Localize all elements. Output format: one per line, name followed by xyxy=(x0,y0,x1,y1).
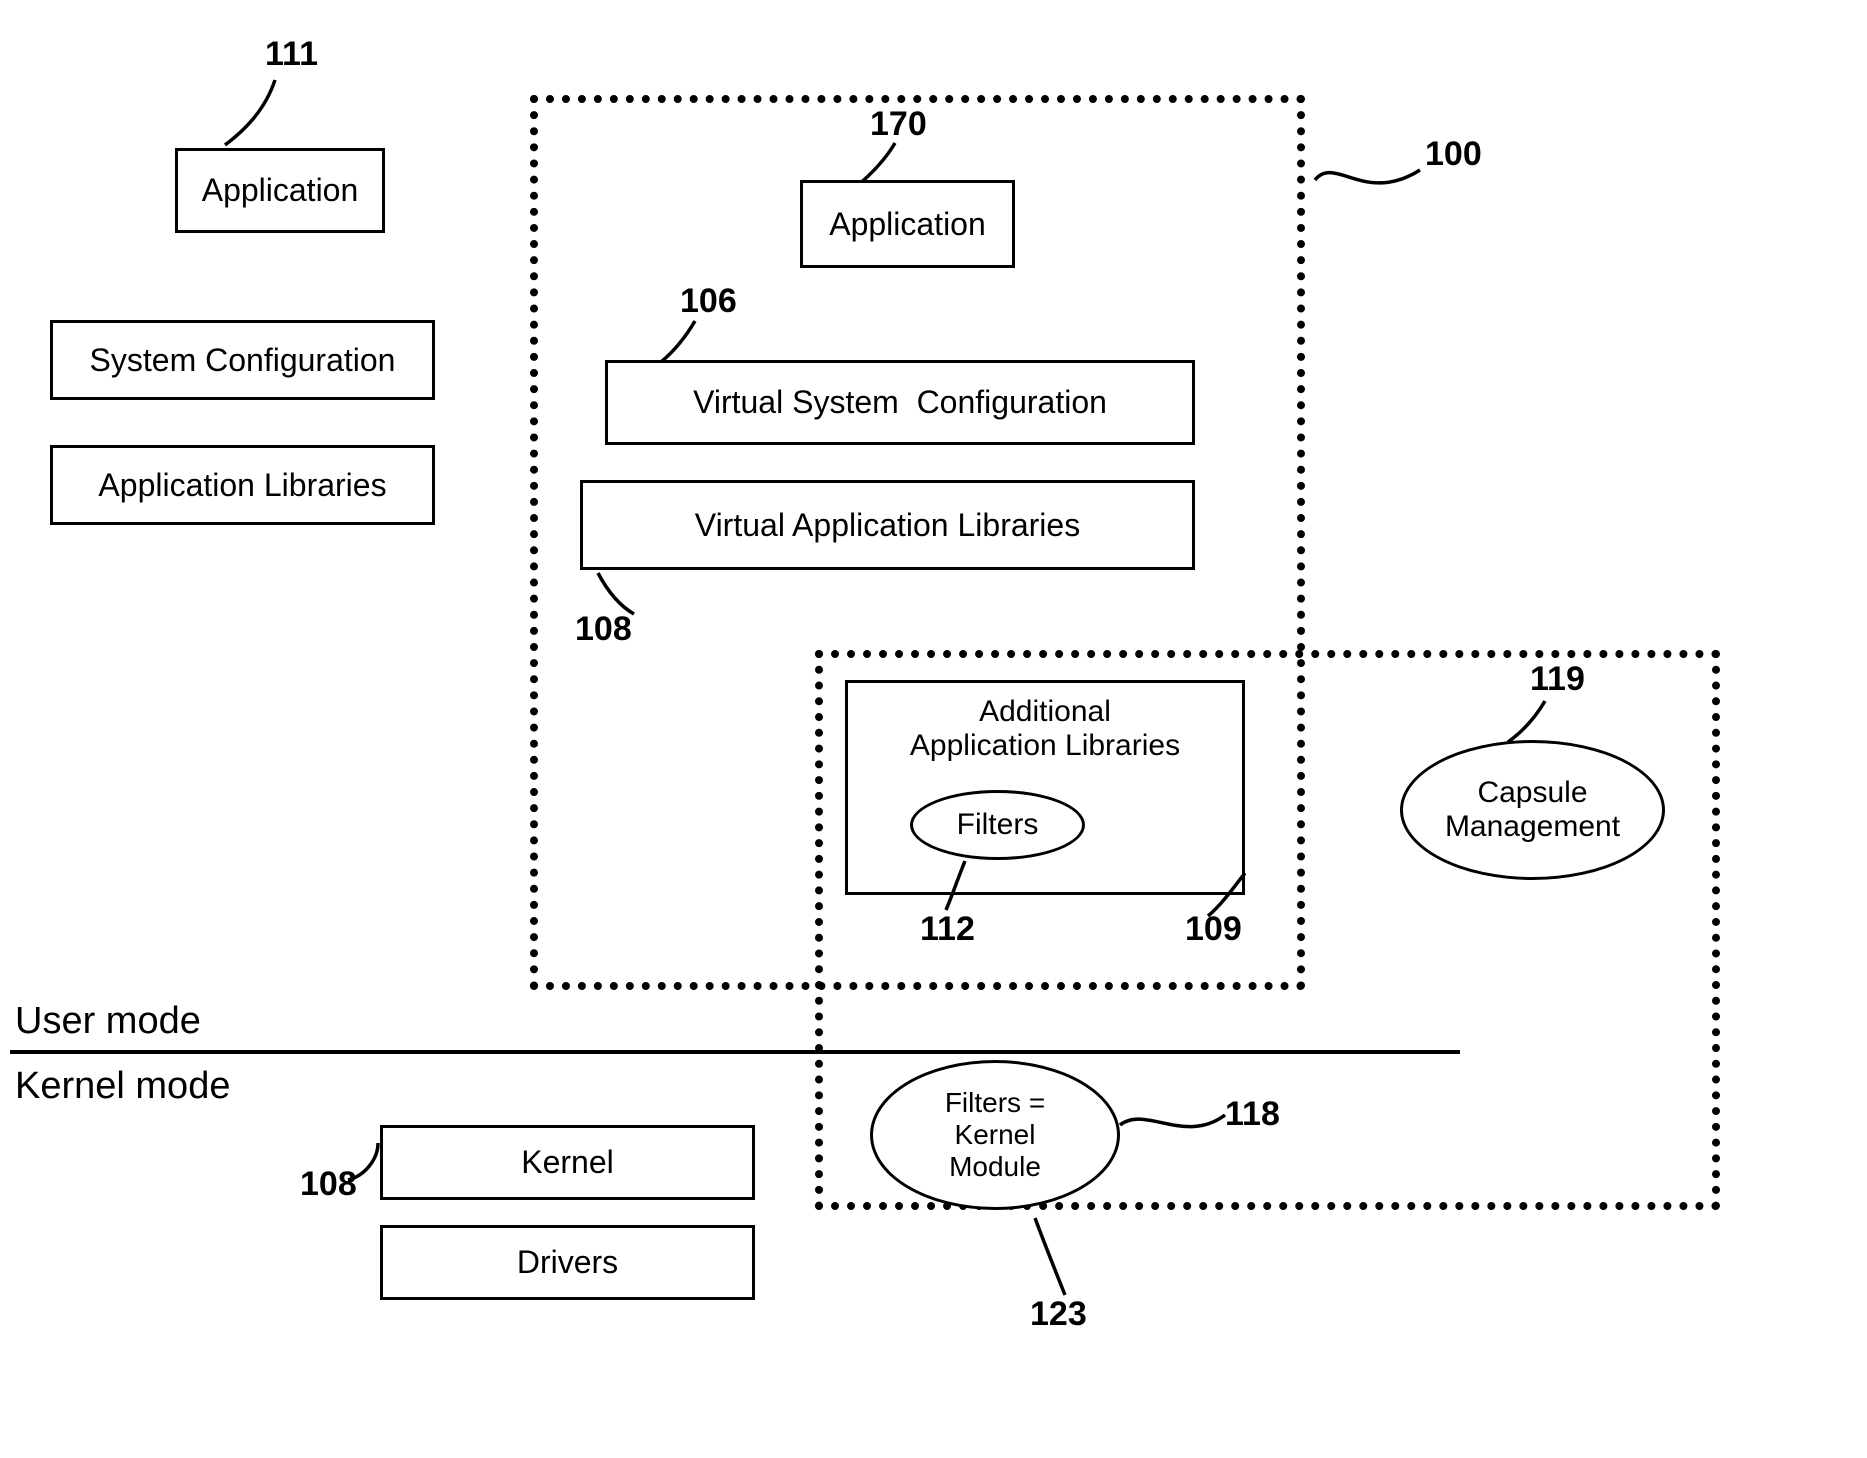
box-virtual-system-configuration-label: Virtual System Configuration xyxy=(693,384,1107,421)
ref-108-upper: 108 xyxy=(575,610,632,649)
box-application-left-label: Application xyxy=(202,172,359,209)
mode-divider xyxy=(10,1050,1460,1054)
lead-100 xyxy=(1310,150,1430,210)
box-additional-application-libraries-label: Additional Application Libraries xyxy=(910,695,1180,763)
ref-123: 123 xyxy=(1030,1295,1087,1334)
box-drivers: Drivers xyxy=(380,1225,755,1300)
box-virtual-application-libraries-label: Virtual Application Libraries xyxy=(695,507,1080,544)
ref-106: 106 xyxy=(680,282,737,321)
ellipse-filters-kernel-module: Filters = Kernel Module xyxy=(870,1060,1120,1210)
ellipse-capsule-management-label: Capsule Management xyxy=(1445,776,1620,845)
label-kernel-mode: Kernel mode xyxy=(15,1065,230,1108)
box-virtual-system-configuration: Virtual System Configuration xyxy=(605,360,1195,445)
lead-123 xyxy=(1020,1215,1080,1300)
box-application-libraries: Application Libraries xyxy=(50,445,435,525)
ref-109: 109 xyxy=(1185,910,1242,949)
ref-112: 112 xyxy=(920,910,975,949)
box-application-right: Application xyxy=(800,180,1015,268)
ellipse-filters: Filters xyxy=(910,790,1085,860)
lead-111 xyxy=(210,75,330,155)
box-additional-application-libraries: Additional Application Libraries xyxy=(845,680,1245,895)
diagram-canvas: 111 Application System Configuration App… xyxy=(0,0,1867,1458)
box-drivers-label: Drivers xyxy=(517,1244,618,1281)
ellipse-capsule-management: Capsule Management xyxy=(1400,740,1665,880)
box-application-left: Application xyxy=(175,148,385,233)
ellipse-filters-kernel-module-label: Filters = Kernel Module xyxy=(945,1087,1045,1184)
ref-118: 118 xyxy=(1225,1095,1280,1134)
ref-100: 100 xyxy=(1425,135,1482,174)
box-kernel: Kernel xyxy=(380,1125,755,1200)
ref-170: 170 xyxy=(870,105,927,144)
box-kernel-label: Kernel xyxy=(521,1144,614,1181)
ellipse-filters-label: Filters xyxy=(957,808,1039,843)
box-system-configuration-label: System Configuration xyxy=(90,342,396,379)
ref-111: 111 xyxy=(265,35,318,74)
box-system-configuration: System Configuration xyxy=(50,320,435,400)
box-application-libraries-label: Application Libraries xyxy=(98,467,386,504)
box-virtual-application-libraries: Virtual Application Libraries xyxy=(580,480,1195,570)
box-application-right-label: Application xyxy=(829,206,986,243)
ref-108-lower: 108 xyxy=(300,1165,357,1204)
label-user-mode: User mode xyxy=(15,1000,201,1043)
ref-119: 119 xyxy=(1530,660,1585,699)
